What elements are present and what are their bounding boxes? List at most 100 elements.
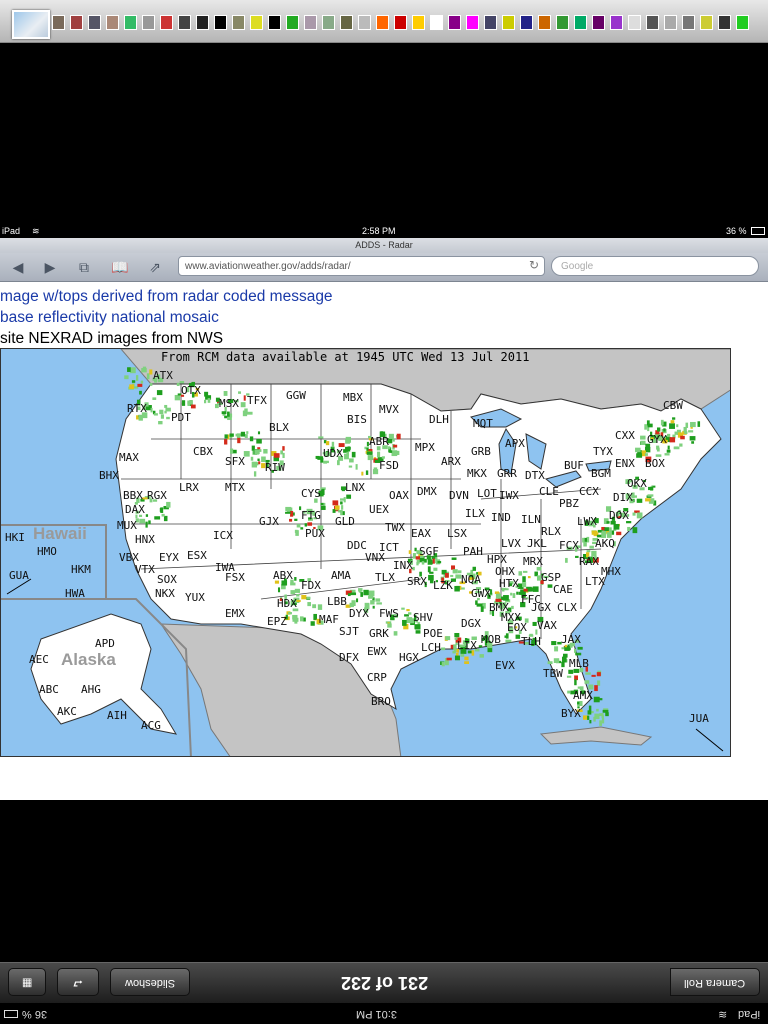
- thumbnail[interactable]: [430, 15, 443, 30]
- radar-echo: [522, 576, 526, 583]
- thumbnail[interactable]: [718, 15, 731, 30]
- share-icon[interactable]: ⇗: [145, 258, 165, 276]
- radar-site-label: ILX: [465, 507, 485, 520]
- thumbnail[interactable]: [232, 15, 245, 30]
- thumbnail[interactable]: [268, 15, 281, 30]
- thumbnail[interactable]: [160, 15, 173, 30]
- thumbnail[interactable]: [664, 15, 677, 30]
- radar-echo: [301, 595, 307, 600]
- thumbnail[interactable]: [538, 15, 551, 30]
- thumbnail[interactable]: [394, 15, 407, 30]
- radar-site-label: TLX: [375, 571, 395, 584]
- thumbnail[interactable]: [214, 15, 227, 30]
- radar-site-label: HTX: [499, 577, 519, 590]
- action-button[interactable]: ⮐: [57, 968, 99, 996]
- pages-icon[interactable]: ⧉: [74, 258, 94, 276]
- radar-echo: [511, 605, 514, 610]
- thumbnail[interactable]: [646, 15, 659, 30]
- grid-button[interactable]: ▦: [8, 968, 46, 996]
- back-icon[interactable]: ◀: [8, 258, 28, 276]
- radar-site-label: MRX: [523, 555, 543, 568]
- action-icon: ⮐: [73, 977, 83, 989]
- thumbnail[interactable]: [358, 15, 371, 30]
- radar-link-tops[interactable]: mage w/tops derived from radar coded mes…: [0, 288, 333, 306]
- thumbnail[interactable]: [412, 15, 425, 30]
- radar-site-label: GRR: [497, 467, 517, 480]
- thumbnail[interactable]: [628, 15, 641, 30]
- thumbnail-filmstrip[interactable]: [0, 0, 768, 43]
- radar-echo: [574, 679, 577, 686]
- thumbnail[interactable]: [520, 15, 533, 30]
- forward-icon[interactable]: ▶: [40, 258, 60, 276]
- thumbnail[interactable]: [448, 15, 461, 30]
- radar-site-label: LZK: [433, 579, 453, 592]
- thumbnail[interactable]: [376, 15, 389, 30]
- thumbnail[interactable]: [484, 15, 497, 30]
- radar-site-label: OAX: [389, 489, 409, 502]
- radar-link-mosaic[interactable]: base reflectivity national mosaic: [0, 309, 219, 327]
- radar-site-label: LVX: [501, 537, 521, 550]
- radar-echo: [361, 471, 364, 476]
- thumbnail[interactable]: [574, 15, 587, 30]
- thumbnail[interactable]: [502, 15, 515, 30]
- radar-echo: [372, 605, 375, 609]
- radar-echo: [414, 624, 421, 630]
- radar-echo: [663, 428, 666, 432]
- radar-echo: [510, 592, 513, 596]
- thumbnail[interactable]: [106, 15, 119, 30]
- radar-echo: [401, 607, 405, 610]
- thumbnail[interactable]: [196, 15, 209, 30]
- thumbnail[interactable]: [592, 15, 605, 30]
- radar-site-label: EOX: [507, 621, 527, 634]
- radar-echo: [480, 606, 484, 612]
- thumbnail[interactable]: [340, 15, 353, 30]
- radar-echo: [346, 451, 350, 456]
- radar-site-label: ACG: [141, 719, 161, 732]
- radar-echo: [148, 520, 151, 525]
- radar-echo: [479, 654, 484, 658]
- radar-site-label: POE: [423, 627, 443, 640]
- selected-thumbnail[interactable]: [12, 10, 50, 39]
- thumbnail[interactable]: [322, 15, 335, 30]
- thumbnail[interactable]: [124, 15, 137, 30]
- thumbnail[interactable]: [250, 15, 263, 30]
- radar-echo: [574, 648, 577, 653]
- thumbnail[interactable]: [736, 15, 749, 30]
- thumbnail[interactable]: [304, 15, 317, 30]
- radar-echo: [244, 434, 248, 438]
- thumbnail[interactable]: [682, 15, 695, 30]
- radar-echo: [551, 641, 557, 646]
- radar-site-label: AIH: [107, 709, 127, 722]
- thumbnail[interactable]: [556, 15, 569, 30]
- address-field[interactable]: www.aviationweather.gov/adds/radar/: [178, 256, 545, 276]
- radar-echo: [518, 585, 522, 588]
- thumbnail[interactable]: [88, 15, 101, 30]
- thumbnail[interactable]: [178, 15, 191, 30]
- camera-roll-label: Camera Roll: [684, 977, 746, 989]
- radar-site-label: MKX: [467, 467, 487, 480]
- slideshow-button[interactable]: Slideshow: [110, 968, 190, 996]
- radar-site-label: GLD: [335, 515, 355, 528]
- thumbnail[interactable]: [142, 15, 155, 30]
- reload-icon[interactable]: ↻: [527, 258, 541, 274]
- bookmarks-icon[interactable]: 📖: [110, 258, 130, 276]
- search-field[interactable]: Google: [551, 256, 759, 276]
- wifi-icon: ≋: [32, 226, 40, 236]
- thumbnail[interactable]: [286, 15, 299, 30]
- thumbnail[interactable]: [700, 15, 713, 30]
- radar-echo: [240, 431, 246, 437]
- thumbnail[interactable]: [52, 15, 65, 30]
- radar-echo: [288, 612, 292, 615]
- radar-echo: [577, 702, 580, 705]
- radar-site-label: GRK: [369, 627, 389, 640]
- battery-level: 36 %: [726, 226, 747, 236]
- radar-echo: [294, 577, 297, 581]
- radar-echo: [368, 596, 374, 599]
- radar-echo: [310, 621, 315, 626]
- camera-roll-button[interactable]: Camera Roll: [670, 968, 760, 996]
- thumbnail[interactable]: [70, 15, 83, 30]
- radar-echo: [395, 450, 400, 455]
- thumbnail[interactable]: [466, 15, 479, 30]
- thumbnail[interactable]: [610, 15, 623, 30]
- radar-site-label: EYX: [159, 551, 179, 564]
